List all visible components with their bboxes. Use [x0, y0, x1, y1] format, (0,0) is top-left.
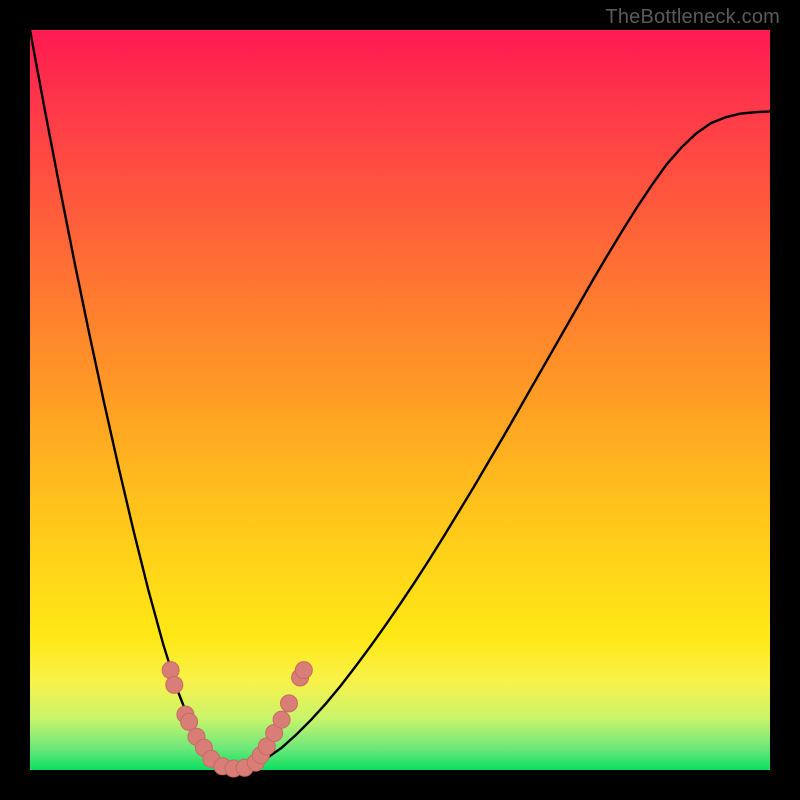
data-marker — [281, 695, 298, 712]
plot-area — [30, 30, 770, 770]
data-marker — [166, 676, 183, 693]
data-marker — [162, 662, 179, 679]
curve-right-branch — [237, 111, 770, 770]
watermark-text: TheBottleneck.com — [605, 6, 780, 29]
data-marker — [295, 662, 312, 679]
marker-layer — [162, 662, 312, 777]
outer-frame: TheBottleneck.com — [0, 0, 800, 800]
chart-svg — [30, 30, 770, 770]
data-marker — [273, 711, 290, 728]
curve-left-branch — [30, 30, 237, 770]
